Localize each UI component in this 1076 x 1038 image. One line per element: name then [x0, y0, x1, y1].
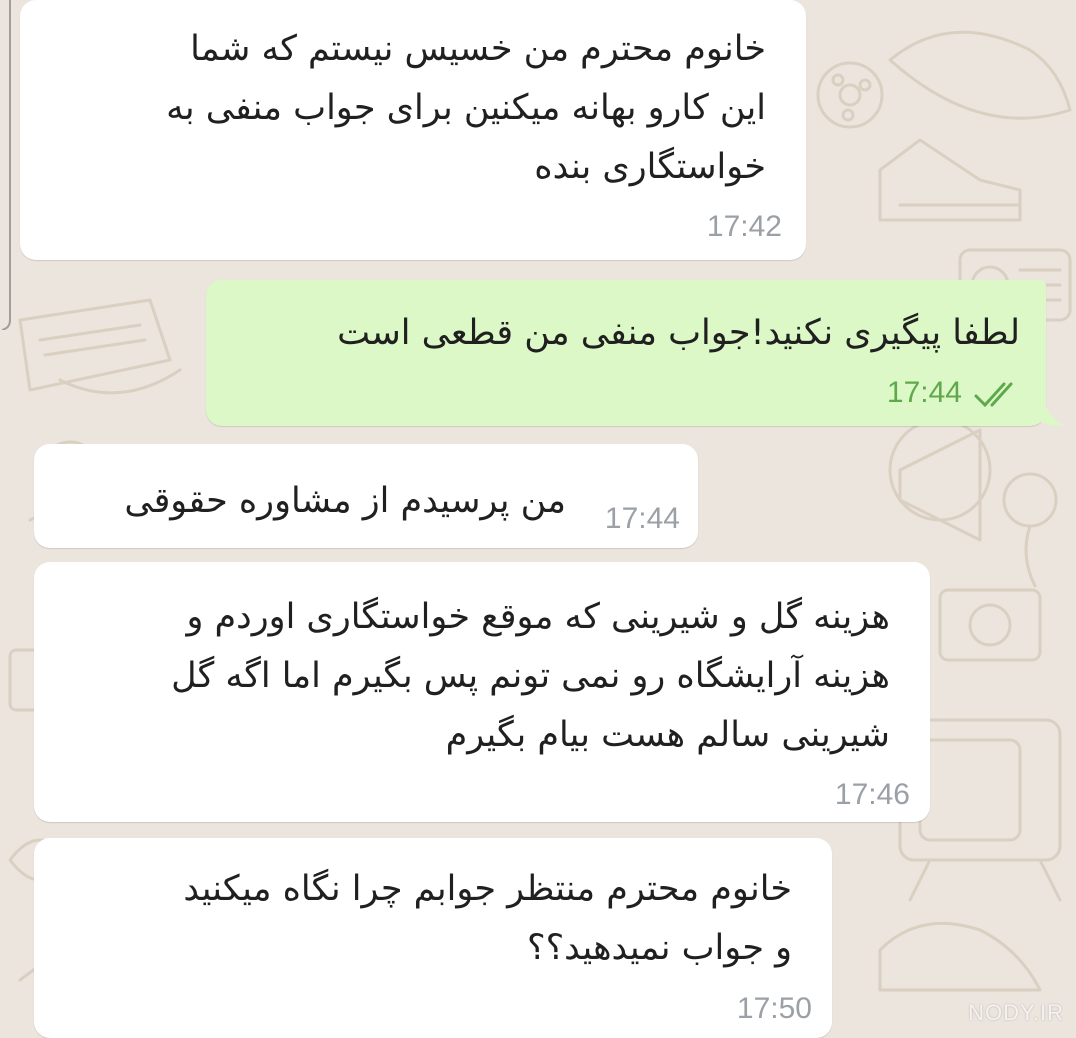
message-text: هزینه گل و شیرینی که موقع خواستگاری اورد…	[171, 597, 890, 755]
message-text: خانوم محترم منتظر جوابم چرا نگاه میکنید …	[183, 869, 792, 968]
message-bubble-incoming[interactable]: خانوم محترم من خسیس نیستم که شما این کار…	[20, 0, 806, 260]
double-check-icon	[974, 382, 1013, 408]
watermark-text: NODY.IR	[968, 1000, 1064, 1025]
outgoing-bubble-tail	[1030, 388, 1064, 426]
message-bubble-incoming[interactable]: هزینه گل و شیرینی که موقع خواستگاری اورد…	[34, 562, 930, 822]
message-timestamp: 17:44	[604, 502, 680, 535]
message-text: من پرسیدم از مشاوره حقوقی	[124, 481, 566, 521]
message-bubble-outgoing[interactable]: لطفا پیگیری نکنید!جواب منفی من قطعی است …	[206, 280, 1046, 426]
message-timestamp: 17:42	[706, 210, 782, 243]
site-watermark: NODY.IR	[968, 1000, 1064, 1026]
message-text: خانوم محترم من خسیس نیستم که شما این کار…	[166, 29, 766, 187]
message-text: لطفا پیگیری نکنید!جواب منفی من قطعی است	[337, 313, 1020, 353]
message-timestamp: 17:46	[834, 778, 910, 811]
message-bubble-incoming[interactable]: خانوم محترم منتظر جوابم چرا نگاه میکنید …	[34, 838, 832, 1038]
message-timestamp: 17:44	[886, 376, 962, 409]
message-timestamp: 17:50	[736, 992, 812, 1025]
message-bubble-incoming[interactable]: من پرسیدم از مشاوره حقوقی 17:44	[34, 444, 698, 548]
left-edge-line	[1, 0, 11, 330]
